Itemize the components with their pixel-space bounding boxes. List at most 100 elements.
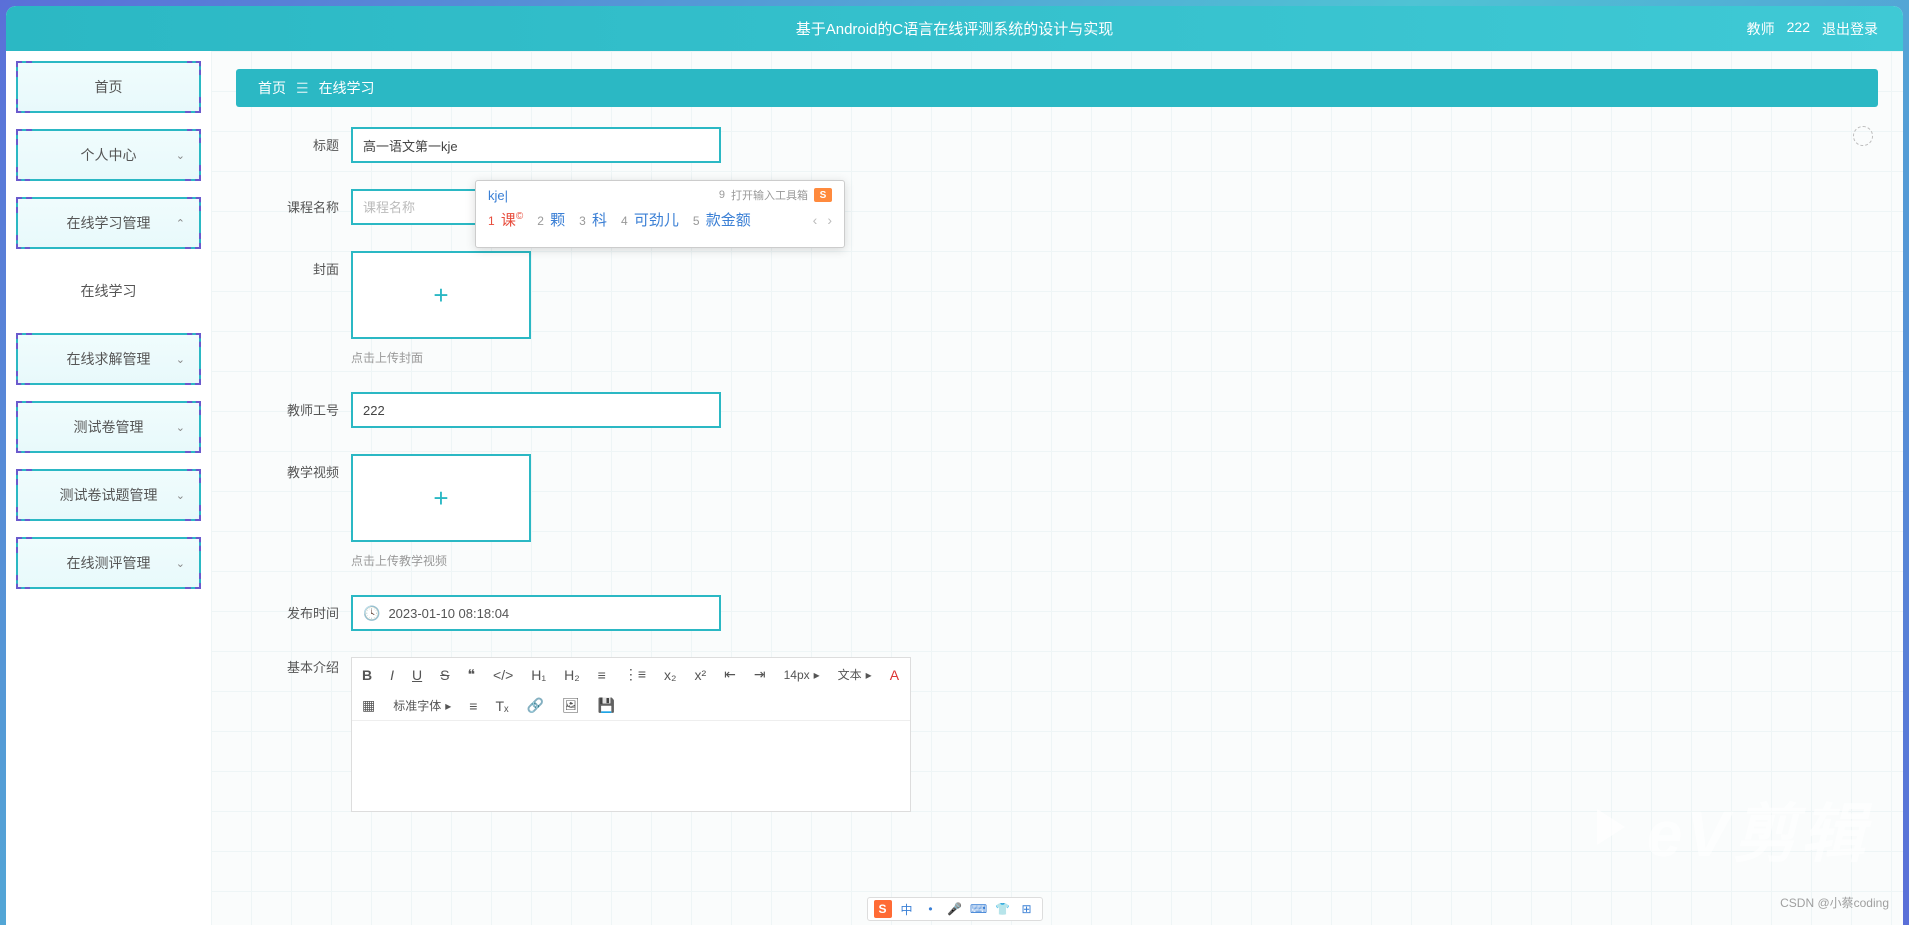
ime-candidate-4[interactable]: 4 可劲儿 <box>621 209 679 230</box>
title-input[interactable] <box>351 127 721 163</box>
link-button[interactable]: 🔗 <box>527 697 544 714</box>
font-size-select[interactable]: 14px ▸ <box>784 668 820 682</box>
h1-button[interactable]: H₁ <box>531 667 546 683</box>
form: 标题 课程名称 封面 + 点击上传封面 教师工号 <box>211 127 1903 812</box>
breadcrumb-sep-icon: ☰ <box>296 80 309 97</box>
ime-candidate-5[interactable]: 5 款金额 <box>693 209 751 230</box>
chevron-down-icon: ⌄ <box>176 489 185 502</box>
ime-candidates: 1 课© 2 颗 3 科 4 可劲儿 5 款金额 ‹ › <box>488 209 832 230</box>
sidebar-item-label: 个人中心 <box>81 145 137 165</box>
chevron-down-icon: ⌄ <box>176 421 185 434</box>
ime-typed-text: kje <box>488 188 508 203</box>
publish-time-input[interactable]: 🕓 2023-01-10 08:18:04 <box>351 595 721 631</box>
sidebar: 首页 个人中心 ⌄ 在线学习管理 ⌃ 在线学习 在线求解管理 ⌄ 测试卷管理 ⌄ 测试卷… <box>6 51 211 925</box>
breadcrumb: 首页 ☰ 在线学习 <box>236 69 1878 107</box>
cover-label: 封面 <box>271 251 351 278</box>
app-title: 基于Android的C语言在线评测系统的设计与实现 <box>796 18 1114 39</box>
video-hint: 点击上传教学视频 <box>351 552 531 569</box>
rich-editor: B I U S ❝ </> H₁ H₂ ≡ ⋮≡ x₂ <box>351 657 911 812</box>
ime-candidate-1[interactable]: 1 课© <box>488 209 523 230</box>
strike-button[interactable]: S <box>440 667 449 683</box>
ime-toolbox-hint[interactable]: 9 打开输入工具箱S <box>719 187 832 203</box>
sidebar-item-study[interactable]: 在线学习 <box>16 265 201 317</box>
ime-next-icon[interactable]: › <box>827 212 832 228</box>
h2-button[interactable]: H₂ <box>564 667 580 683</box>
code-button[interactable]: </> <box>493 667 513 683</box>
editor-textarea[interactable] <box>352 721 910 811</box>
sidebar-item-paper-mgmt[interactable]: 测试卷管理 ⌄ <box>16 401 201 453</box>
voice-icon[interactable]: 🎤 <box>946 900 964 918</box>
plus-icon: + <box>433 280 448 311</box>
publish-time-value: 2023-01-10 08:18:04 <box>388 606 509 621</box>
grid-icon[interactable]: ⊞ <box>1018 900 1036 918</box>
sogou-icon[interactable]: S <box>874 900 892 918</box>
ime-candidate-3[interactable]: 3 科 <box>579 209 607 230</box>
video-label: 教学视频 <box>271 454 351 481</box>
intro-label: 基本介绍 <box>271 657 351 676</box>
chevron-down-icon: ⌄ <box>176 149 185 162</box>
superscript-button[interactable]: x² <box>694 667 706 683</box>
teacher-input[interactable] <box>351 392 721 428</box>
align-button[interactable]: ≡ <box>469 698 477 714</box>
lang-toggle[interactable]: 中 <box>898 900 916 918</box>
punct-toggle[interactable]: • <box>922 900 940 918</box>
watermark-text: CSDN @小蔡coding <box>1780 894 1889 911</box>
clock-icon: 🕓 <box>363 605 380 622</box>
sidebar-item-label: 首页 <box>95 77 123 97</box>
sidebar-item-profile[interactable]: 个人中心 ⌄ <box>16 129 201 181</box>
cover-hint: 点击上传封面 <box>351 349 531 366</box>
font-family-select[interactable]: 标准字体 ▸ <box>393 697 451 714</box>
sidebar-item-study-mgmt[interactable]: 在线学习管理 ⌃ <box>16 197 201 249</box>
chevron-up-icon: ⌃ <box>176 217 185 230</box>
breadcrumb-current: 在线学习 <box>319 78 375 98</box>
sidebar-item-label: 在线求解管理 <box>67 349 151 369</box>
italic-button[interactable]: I <box>390 667 394 683</box>
unordered-list-button[interactable]: ⋮≡ <box>624 666 646 683</box>
sidebar-item-eval-mgmt[interactable]: 在线测评管理 ⌄ <box>16 537 201 589</box>
sidebar-item-label: 测试卷试题管理 <box>60 485 158 505</box>
logout-link[interactable]: 退出登录 <box>1822 19 1878 39</box>
sidebar-item-label: 在线学习管理 <box>67 213 151 233</box>
user-id: 222 <box>1787 19 1810 39</box>
video-upload[interactable]: + <box>351 454 531 542</box>
sidebar-item-question-mgmt[interactable]: 测试卷试题管理 ⌄ <box>16 469 201 521</box>
ime-popup: kje 9 打开输入工具箱S 1 课© 2 颗 3 科 4 可劲儿 5 款金额 … <box>475 180 845 248</box>
format-select[interactable]: 文本 ▸ <box>838 666 872 683</box>
editor-toolbar: B I U S ❝ </> H₁ H₂ ≡ ⋮≡ x₂ <box>352 658 910 721</box>
clear-format-button[interactable]: Tₓ <box>495 698 508 714</box>
chevron-down-icon: ⌄ <box>176 353 185 366</box>
underline-button[interactable]: U <box>412 667 422 683</box>
sidebar-item-solve-mgmt[interactable]: 在线求解管理 ⌄ <box>16 333 201 385</box>
sogou-logo-icon: S <box>814 188 832 202</box>
ordered-list-button[interactable]: ≡ <box>598 667 606 683</box>
ime-prev-icon[interactable]: ‹ <box>813 212 818 228</box>
indent-button[interactable]: ⇤ <box>724 666 736 683</box>
ime-taskbar: S 中 • 🎤 ⌨ 👕 ⊞ <box>867 897 1043 921</box>
keyboard-icon[interactable]: ⌨ <box>970 900 988 918</box>
sidebar-item-label: 测试卷管理 <box>74 417 144 437</box>
save-button[interactable]: 💾 <box>598 697 615 714</box>
font-color-button[interactable]: A <box>890 667 899 683</box>
chevron-down-icon: ⌄ <box>176 557 185 570</box>
bg-color-button[interactable]: ▦ <box>362 697 375 714</box>
sidebar-item-label: 在线测评管理 <box>67 553 151 573</box>
user-role: 教师 <box>1747 19 1775 39</box>
main-content: 首页 ☰ 在线学习 标题 课程名称 封面 + 点击上传封面 <box>211 51 1903 925</box>
bold-button[interactable]: B <box>362 667 372 683</box>
sidebar-item-label: 在线学习 <box>81 281 137 301</box>
outdent-button[interactable]: ⇥ <box>754 666 766 683</box>
title-label: 标题 <box>271 127 351 154</box>
image-button[interactable]: 🖼 <box>562 697 580 714</box>
cover-upload[interactable]: + <box>351 251 531 339</box>
subscript-button[interactable]: x₂ <box>664 667 676 683</box>
course-label: 课程名称 <box>271 189 351 216</box>
settings-icon[interactable] <box>1853 126 1873 146</box>
ime-candidate-2[interactable]: 2 颗 <box>537 209 565 230</box>
publish-label: 发布时间 <box>271 595 351 622</box>
breadcrumb-home[interactable]: 首页 <box>258 78 286 98</box>
sidebar-item-home[interactable]: 首页 <box>16 61 201 113</box>
quote-button[interactable]: ❝ <box>467 666 475 683</box>
top-bar: 基于Android的C语言在线评测系统的设计与实现 教师 222 退出登录 <box>6 6 1903 51</box>
skin-icon[interactable]: 👕 <box>994 900 1012 918</box>
teacher-label: 教师工号 <box>271 392 351 419</box>
